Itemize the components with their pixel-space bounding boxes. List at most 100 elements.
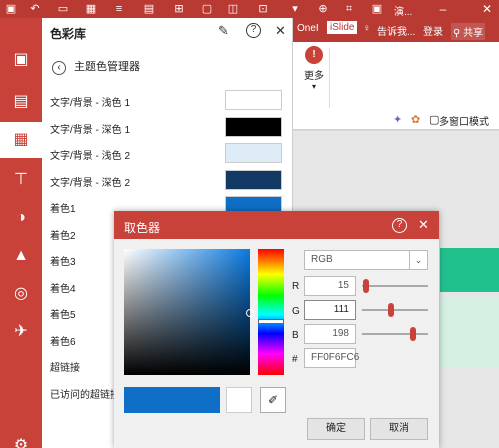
r-slider-thumb[interactable] [362, 279, 369, 293]
rail-shape-icon[interactable]: ▲ [0, 238, 42, 274]
rail-settings-icon[interactable]: ⚙ [0, 428, 42, 448]
user-icon: ⚲ [453, 28, 461, 39]
multi-window-button[interactable]: 多窗口模式 [439, 113, 489, 128]
tell-me-box[interactable]: 告诉我... [377, 23, 415, 38]
color-swatch[interactable] [225, 90, 282, 110]
g-input[interactable]: 111 [304, 300, 356, 320]
ribbon-secondary: ✦ ✿ ▢ 多窗口模式 [293, 110, 499, 130]
help-icon[interactable]: ? [246, 23, 261, 38]
color-swatch[interactable] [225, 116, 282, 137]
close-window-button[interactable]: ✕ [480, 2, 494, 16]
slide-thumbnail[interactable] [440, 248, 499, 368]
distribute-icon[interactable]: ⊞ [172, 2, 186, 16]
color-swatch[interactable] [225, 169, 282, 190]
color-row-label: 超链接 [50, 363, 80, 374]
login-link[interactable]: 登录 [423, 23, 443, 38]
arrange-icon[interactable]: ▤ [142, 2, 156, 16]
g-label: G [292, 306, 300, 317]
color-row-label: 着色3 [50, 257, 76, 268]
ribbon-divider [329, 48, 330, 108]
ribbon-tabs: OneI iSlide ♀ 告诉我... 登录 ⚲ 共享 [293, 18, 499, 42]
panel-title: 色彩库 [50, 27, 87, 41]
color-row-label: 着色4 [50, 283, 76, 295]
text-box-icon[interactable]: ▢ [200, 2, 214, 16]
back-arrow-icon: ‹ [52, 61, 66, 75]
b-slider-track[interactable] [362, 333, 428, 335]
hex-label: # [292, 354, 298, 365]
rail-diagram-icon[interactable]: ⊤ [0, 162, 42, 198]
new-color-preview [124, 387, 220, 413]
color-mode-select[interactable]: RGB ⌄ [304, 250, 428, 270]
color-row-label: 文字/背景 - 浅色 1 [50, 98, 131, 109]
shape-icon[interactable]: ◫ [226, 2, 240, 16]
rail-color-library-icon[interactable]: ▦ [0, 122, 42, 158]
close-panel-icon[interactable]: ✕ [275, 23, 286, 39]
magic-icon[interactable]: ✦ [393, 113, 402, 126]
crop-icon[interactable]: ⊡ [256, 2, 270, 16]
tab-onei[interactable]: OneI [297, 23, 319, 34]
more-badge-icon: ! [305, 46, 323, 64]
dialog-help-icon[interactable]: ? [392, 218, 407, 233]
color-row-label: 着色6 [50, 336, 76, 348]
undo-icon[interactable]: ↶ [28, 2, 42, 16]
save-icon[interactable]: ▣ [4, 2, 18, 16]
rail-layout-icon[interactable]: ▤ [0, 84, 42, 120]
chevron-down-icon: ▾ [311, 82, 316, 91]
r-label: R [292, 281, 300, 292]
theme-manager-link[interactable]: ‹ 主题色管理器 [52, 58, 140, 75]
tab-islide[interactable]: iSlide [327, 21, 358, 34]
window-icon: ▢ [429, 114, 440, 126]
window-title: 演... [394, 7, 413, 18]
hue-slider[interactable] [258, 249, 284, 375]
islide-rail: ▣ ▤ ▦ ⊤ ◑ ▲ ◎ ✈ ⚙ [0, 18, 42, 448]
r-input[interactable]: 15 [304, 276, 356, 296]
template-icon[interactable]: ▣ [370, 2, 384, 16]
ribbon-body: ! 更多 ▾ [293, 42, 499, 116]
hex-input[interactable]: FF0F6FC6 [304, 348, 359, 368]
ok-button[interactable]: 确定 [307, 418, 365, 440]
format-icon[interactable]: ▦ [84, 2, 98, 16]
color-row-label: 文字/背景 - 浅色 2 [50, 151, 131, 162]
hue-marker[interactable] [258, 319, 284, 324]
slideshow-icon[interactable]: ▭ [56, 2, 70, 16]
manager-label: 主题色管理器 [74, 61, 140, 73]
rail-chart-icon[interactable]: ◑ [0, 200, 42, 236]
share-label: 共享 [463, 28, 484, 39]
align-icon[interactable]: ≡ [112, 2, 126, 16]
r-slider-track[interactable] [362, 285, 428, 287]
saturation-field[interactable] [124, 249, 254, 375]
tell-me-icon[interactable]: ♀ [363, 23, 371, 34]
color-picker-dialog: 取色器 ? ✕ RGB ⌄ R 15 G 111 B 198 # FF0F6FC… [114, 211, 439, 448]
target-icon[interactable]: ⊕ [316, 2, 330, 16]
g-slider-thumb[interactable] [388, 303, 395, 317]
title-bar: ▣ ↶ ▭ ▦ ≡ ▤ ⊞ ▢ ◫ ⊡ ▾ ⊕ ⌗ ▣ 演... – ✕ [0, 0, 499, 18]
g-slider-track[interactable] [362, 309, 428, 311]
dialog-title: 取色器 [124, 221, 161, 235]
color-swatch[interactable] [225, 143, 282, 163]
chevron-down-icon: ⌄ [409, 251, 427, 269]
more-icon[interactable]: ▾ [288, 2, 302, 16]
more-label: 更多 [304, 71, 324, 82]
dialog-close-icon[interactable]: ✕ [418, 217, 429, 233]
cancel-button[interactable]: 取消 [370, 418, 428, 440]
color-row-label: 文字/背景 - 深色 1 [50, 124, 131, 136]
eyedropper-icon[interactable]: ✐ [260, 387, 286, 413]
rail-palette-icon[interactable]: ◎ [0, 276, 42, 312]
color-row-label: 文字/背景 - 深色 2 [50, 177, 131, 189]
color-row-label: 着色5 [50, 310, 76, 321]
pencil-icon[interactable]: ✎ [218, 23, 229, 39]
more-button[interactable]: ! 更多 ▾ [301, 46, 327, 91]
color-mode-value: RGB [311, 254, 333, 265]
color-row-label: 已访问的超链接 [50, 389, 120, 401]
original-color-preview [226, 387, 252, 413]
color-row-label: 着色2 [50, 230, 76, 242]
b-input[interactable]: 198 [304, 324, 356, 344]
saturation-cursor[interactable] [246, 309, 254, 317]
rail-rocket-icon[interactable]: ✈ [0, 314, 42, 350]
rail-presentation-icon[interactable]: ▣ [0, 42, 42, 78]
minimize-button[interactable]: – [436, 2, 450, 16]
grid-icon[interactable]: ⌗ [342, 2, 356, 16]
share-button[interactable]: ⚲ 共享 [451, 23, 486, 40]
b-slider-thumb[interactable] [410, 327, 417, 341]
gear-icon[interactable]: ✿ [411, 113, 420, 126]
